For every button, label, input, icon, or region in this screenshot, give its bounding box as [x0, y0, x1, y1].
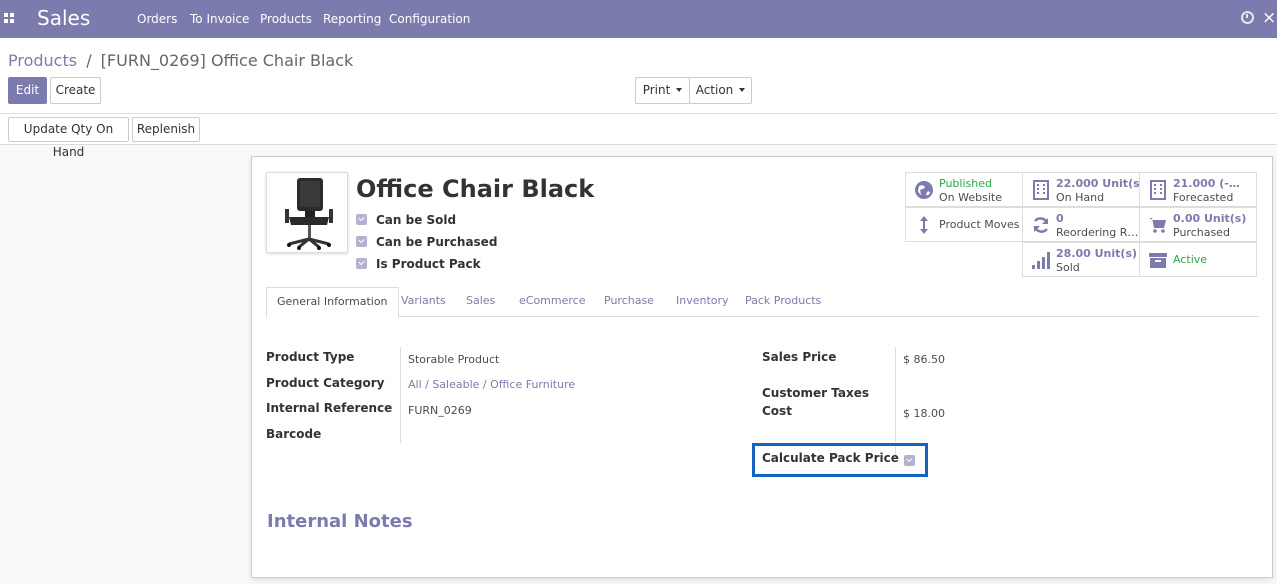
chevron-down-icon: [739, 87, 746, 92]
breadcrumb-separator: /: [86, 51, 92, 70]
product-category-label: Product Category: [266, 376, 385, 390]
reordering-rules-label: Reordering R…: [1056, 226, 1139, 239]
cost-value[interactable]: $ 18.00: [903, 407, 945, 420]
can-be-purchased-checkbox[interactable]: [356, 236, 367, 247]
office-chair-icon: [285, 178, 333, 250]
highlight-box: [752, 443, 928, 477]
cost-label: Cost: [762, 404, 792, 418]
tab-ecommerce[interactable]: eCommerce: [519, 287, 585, 318]
product-image[interactable]: [266, 172, 348, 253]
breadcrumb: Products / [FURN_0269] Office Chair Blac…: [8, 51, 353, 70]
tab-general-information[interactable]: General Information: [266, 287, 399, 318]
close-icon[interactable]: ×: [1262, 8, 1276, 28]
can-be-purchased-label: Can be Purchased: [376, 235, 498, 249]
print-button[interactable]: Print: [635, 77, 690, 104]
is-product-pack-label: Is Product Pack: [376, 257, 481, 271]
is-product-pack-row: Is Product Pack: [356, 257, 481, 271]
forecasted-value: 21.000 (-…: [1173, 177, 1240, 190]
control-panel: Products / [FURN_0269] Office Chair Blac…: [0, 38, 1277, 114]
reordering-rules-value: 0: [1056, 212, 1064, 225]
arrows-v-icon: [920, 216, 928, 234]
can-be-sold-label: Can be Sold: [376, 213, 457, 227]
tab-pack-products[interactable]: Pack Products: [745, 287, 821, 318]
forecasted-label: Forecasted: [1173, 191, 1234, 204]
print-label: Print: [642, 83, 671, 97]
tab-purchase[interactable]: Purchase: [604, 287, 654, 318]
internal-notes-heading: Internal Notes: [267, 511, 413, 532]
customer-taxes-label: Customer Taxes: [762, 386, 869, 400]
is-product-pack-checkbox[interactable]: [356, 258, 367, 269]
website-published-status: Published: [939, 177, 992, 190]
product-category-value[interactable]: All / Saleable / Office Furniture: [408, 378, 575, 391]
sold-label: Sold: [1056, 261, 1080, 274]
refresh-icon: [1033, 217, 1049, 233]
active-status: Active: [1173, 253, 1208, 266]
product-title: Office Chair Black: [356, 175, 595, 203]
action-button[interactable]: Action: [689, 77, 752, 104]
barcode-label: Barcode: [266, 427, 322, 441]
signal-icon: [1032, 252, 1050, 269]
on-hand-button[interactable]: 22.000 Unit(s) On Hand: [1022, 172, 1145, 207]
chevron-down-icon: [676, 87, 683, 92]
breadcrumb-current: [FURN_0269] Office Chair Black: [100, 51, 354, 70]
notebook-tabs: General Information Variants Sales eComm…: [266, 287, 1259, 318]
tab-variants[interactable]: Variants: [401, 287, 446, 318]
menu-orders[interactable]: Orders: [137, 12, 177, 26]
product-type-value[interactable]: Storable Product: [408, 353, 499, 366]
internal-reference-label: Internal Reference: [266, 401, 393, 415]
replenish-button[interactable]: Replenish: [132, 117, 200, 142]
create-button[interactable]: Create: [50, 77, 101, 104]
menu-products[interactable]: Products: [260, 12, 312, 26]
edit-button[interactable]: Edit: [8, 77, 47, 104]
archive-icon: [1149, 253, 1167, 268]
active-toggle-button[interactable]: Active: [1139, 242, 1257, 277]
statusbar: Update Qty On Hand Replenish: [0, 114, 1277, 159]
can-be-sold-row: Can be Sold: [356, 213, 456, 227]
sales-price-value[interactable]: $ 86.50: [903, 353, 945, 366]
tab-sales[interactable]: Sales: [466, 287, 495, 318]
purchased-value: 0.00 Unit(s): [1173, 212, 1247, 225]
action-label: Action: [695, 83, 734, 97]
can-be-purchased-row: Can be Purchased: [356, 235, 497, 249]
form-sheet: Office Chair Black Can be Sold Can be Pu…: [251, 156, 1273, 578]
menu-to-invoice[interactable]: To Invoice: [190, 12, 249, 26]
globe-icon: [915, 181, 933, 199]
field-divider: [895, 347, 896, 457]
forecasted-button[interactable]: 21.000 (-… Forecasted: [1139, 172, 1257, 207]
on-hand-label: On Hand: [1056, 191, 1105, 204]
building-icon: [1150, 180, 1166, 200]
sold-button[interactable]: 28.00 Unit(s) Sold: [1022, 242, 1140, 277]
website-published-button[interactable]: Published On Website: [905, 172, 1023, 207]
internal-reference-value[interactable]: FURN_0269: [408, 404, 472, 417]
website-published-label: On Website: [939, 191, 1002, 204]
update-qty-button[interactable]: Update Qty On Hand: [8, 117, 129, 159]
purchased-label: Purchased: [1173, 226, 1230, 239]
purchased-button[interactable]: 0.00 Unit(s) Purchased: [1139, 207, 1257, 242]
clock-icon[interactable]: [1241, 11, 1254, 24]
breadcrumb-products-link[interactable]: Products: [8, 51, 77, 70]
building-icon: [1033, 180, 1049, 200]
can-be-sold-checkbox[interactable]: [356, 214, 367, 225]
menu-configuration[interactable]: Configuration: [389, 12, 470, 26]
top-navbar: Sales Orders To Invoice Products Reporti…: [0, 0, 1277, 38]
menu-reporting[interactable]: Reporting: [323, 12, 381, 26]
product-moves-button[interactable]: Product Moves: [905, 207, 1023, 242]
product-moves-label: Product Moves: [939, 218, 1020, 231]
field-divider: [400, 347, 401, 443]
product-type-label: Product Type: [266, 350, 355, 364]
reordering-rules-button[interactable]: 0 Reordering R…: [1022, 207, 1140, 242]
apps-grid-icon[interactable]: [4, 13, 14, 23]
sales-price-label: Sales Price: [762, 350, 837, 364]
sold-value: 28.00 Unit(s): [1056, 247, 1138, 260]
cart-icon: [1149, 218, 1166, 233]
on-hand-value: 22.000 Unit(s): [1056, 177, 1145, 190]
app-title[interactable]: Sales: [37, 6, 90, 30]
tab-inventory[interactable]: Inventory: [676, 287, 729, 318]
